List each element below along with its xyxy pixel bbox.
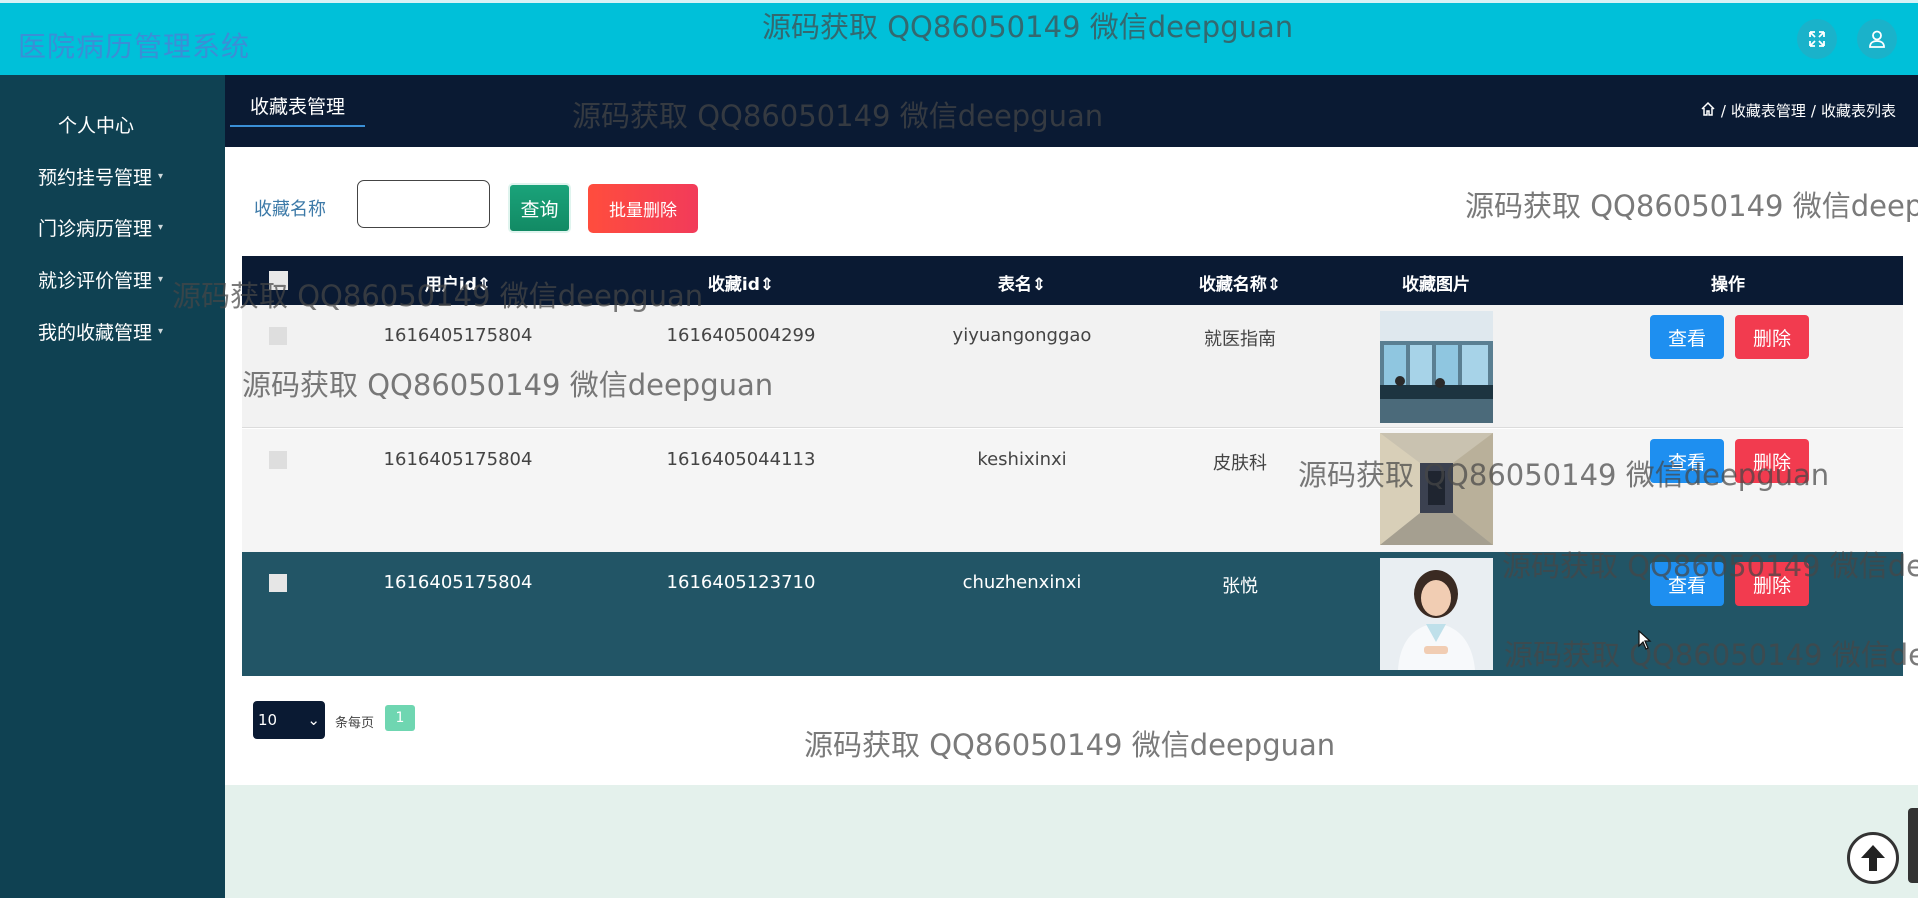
sidebar: 个人中心 预约挂号管理 ▾ 门诊病历管理 ▾ 就诊评价管理 ▾ 我的收藏管理 ▾ <box>0 75 225 898</box>
delete-button[interactable]: 删除 <box>1735 315 1809 359</box>
sidebar-item-personal-center[interactable]: 个人中心 <box>58 111 134 138</box>
cell-fav-id: 1616405044113 <box>666 449 816 470</box>
page-number-button[interactable]: 1 <box>385 705 415 731</box>
batch-delete-button[interactable]: 批量删除 <box>588 184 698 233</box>
table-row: 1616405175804 1616405004299 yiyuangongga… <box>242 305 1903 428</box>
search-input[interactable] <box>357 180 490 228</box>
hospital-counter-photo[interactable] <box>1380 311 1493 423</box>
column-header-fav-id[interactable]: 收藏id⇕ <box>708 270 774 295</box>
home-icon[interactable] <box>1700 101 1716 121</box>
cell-user-id: 1616405175804 <box>383 449 533 470</box>
row-checkbox[interactable] <box>269 574 287 592</box>
chevron-down-icon: ⌄ <box>307 711 320 729</box>
column-header-fav-image: 收藏图片 <box>1402 275 1470 295</box>
top-header: 医院病历管理系统 <box>0 0 1918 75</box>
page-size-value: 10 <box>258 711 278 729</box>
main-content: 收藏表管理 / 收藏表管理 / 收藏表列表 收藏名称 查询 批量删除 用户id⇕… <box>225 75 1918 898</box>
sidebar-item-appointments[interactable]: 预约挂号管理 ▾ <box>38 163 163 190</box>
sort-icon[interactable]: ⇕ <box>1032 275 1046 295</box>
view-button[interactable]: 查看 <box>1650 562 1724 606</box>
cell-user-id: 1616405175804 <box>383 572 533 593</box>
doctor-portrait-photo[interactable] <box>1380 558 1493 670</box>
column-header-actions: 操作 <box>1711 275 1745 295</box>
sidebar-item-label: 预约挂号管理 <box>38 167 153 189</box>
sidebar-item-visit-reviews[interactable]: 就诊评价管理 ▾ <box>38 266 163 293</box>
row-checkbox[interactable] <box>269 451 287 469</box>
query-button[interactable]: 查询 <box>508 183 571 233</box>
per-page-label: 条每页 <box>335 716 375 731</box>
select-all-checkbox[interactable] <box>269 271 288 290</box>
app-title: 医院病历管理系统 <box>18 30 251 63</box>
page-size-select[interactable]: 10 ⌄ <box>253 701 325 739</box>
sidebar-item-label: 我的收藏管理 <box>38 322 153 344</box>
hospital-corridor-photo[interactable] <box>1380 433 1493 545</box>
column-label: 用户id <box>424 275 477 295</box>
chevron-down-icon: ▾ <box>158 274 164 285</box>
column-header-user-id[interactable]: 用户id⇕ <box>425 270 491 295</box>
column-header-table-name[interactable]: 表名⇕ <box>998 270 1046 295</box>
column-label: 表名 <box>997 275 1032 295</box>
cell-fav-name: 就医指南 <box>1204 329 1276 350</box>
breadcrumb-separator: / <box>1810 101 1816 120</box>
column-label: 收藏id <box>707 275 760 295</box>
delete-button[interactable]: 删除 <box>1735 562 1809 606</box>
column-label: 收藏名称 <box>1198 275 1267 295</box>
cell-user-id: 1616405175804 <box>383 325 533 346</box>
breadcrumb-level2: 收藏表列表 <box>1820 102 1896 120</box>
breadcrumb-level1[interactable]: 收藏表管理 <box>1731 100 1806 121</box>
delete-button[interactable]: 删除 <box>1735 439 1809 483</box>
user-icon[interactable] <box>1857 19 1897 59</box>
view-button[interactable]: 查看 <box>1650 439 1724 483</box>
side-handle[interactable] <box>1908 808 1918 883</box>
sort-icon[interactable]: ⇕ <box>1267 275 1281 295</box>
search-label: 收藏名称 <box>254 199 326 220</box>
sidebar-item-my-favorites[interactable]: 我的收藏管理 ▾ <box>38 318 163 345</box>
cell-fav-name: 皮肤科 <box>1213 453 1267 474</box>
expand-icon[interactable] <box>1797 19 1837 59</box>
sidebar-item-outpatient-records[interactable]: 门诊病历管理 ▾ <box>38 214 163 241</box>
cell-table-name: keshixinxi <box>977 449 1067 470</box>
tab-favorites-management[interactable]: 收藏表管理 <box>230 85 365 127</box>
table-row: 1616405175804 1616405044113 keshixinxi 皮… <box>242 429 1903 552</box>
chevron-down-icon: ▾ <box>158 171 164 182</box>
sidebar-item-label: 门诊病历管理 <box>38 218 153 240</box>
sidebar-item-label: 就诊评价管理 <box>38 270 153 292</box>
table-row: 1616405175804 1616405123710 chuzhenxinxi… <box>242 552 1903 676</box>
sidebar-item-label: 个人中心 <box>58 115 135 137</box>
table-header: 用户id⇕ 收藏id⇕ 表名⇕ 收藏名称⇕ 收藏图片 操作 <box>242 256 1903 305</box>
breadcrumb: / 收藏表管理 / 收藏表列表 <box>1700 100 1896 121</box>
cell-fav-name: 张悦 <box>1222 576 1258 597</box>
mouse-cursor-icon <box>1638 629 1652 655</box>
arrow-up-icon[interactable] <box>1847 832 1899 884</box>
column-header-fav-name[interactable]: 收藏名称⇕ <box>1199 270 1281 295</box>
tab-bar: 收藏表管理 / 收藏表管理 / 收藏表列表 <box>225 75 1918 147</box>
sort-icon[interactable]: ⇕ <box>760 275 774 295</box>
cell-fav-id: 1616405123710 <box>666 572 816 593</box>
breadcrumb-separator: / <box>1720 101 1726 120</box>
cell-table-name: yiyuangonggao <box>952 325 1092 346</box>
sort-icon[interactable]: ⇕ <box>477 275 491 295</box>
cell-table-name: chuzhenxinxi <box>962 572 1082 593</box>
row-checkbox[interactable] <box>269 327 287 345</box>
cell-fav-id: 1616405004299 <box>666 325 816 346</box>
view-button[interactable]: 查看 <box>1650 315 1724 359</box>
chevron-down-icon: ▾ <box>158 326 164 337</box>
chevron-down-icon: ▾ <box>158 222 164 233</box>
